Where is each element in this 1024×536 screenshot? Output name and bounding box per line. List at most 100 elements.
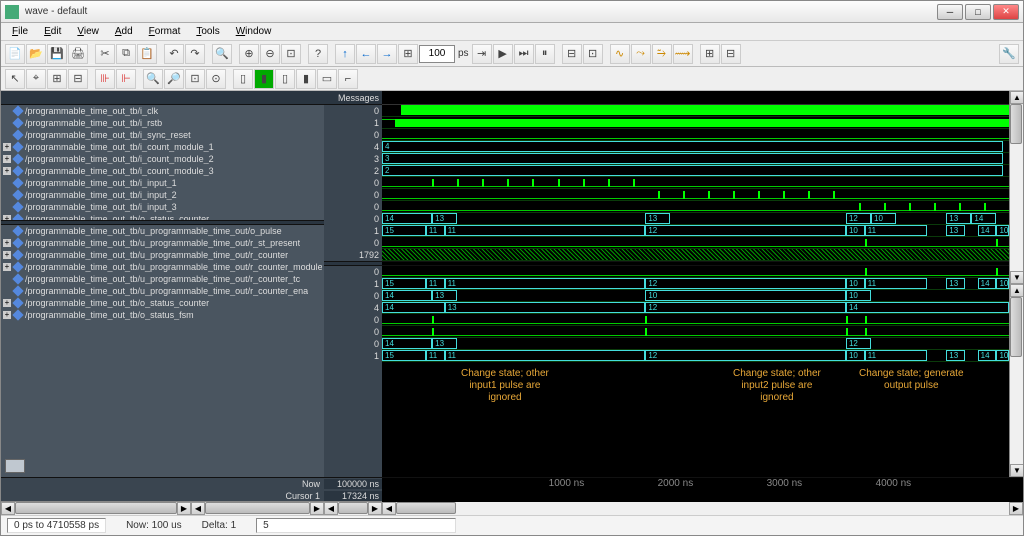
signal-row[interactable]: +/programmable_time_out_tb/u_programmabl… [1,237,324,249]
menu-view[interactable]: View [70,25,106,38]
signal-row[interactable]: /programmable_time_out_tb/i_input_3 [1,201,324,213]
vertical-scrollbar[interactable]: ▲ ▼ ▲ ▼ [1009,91,1023,477]
cursor-ruler[interactable] [382,490,1023,502]
cut-icon[interactable]: ✂ [95,44,115,64]
menu-format[interactable]: Format [142,25,188,38]
right-arrow-icon[interactable]: → [377,44,397,64]
hscroll-right1-icon[interactable]: ▶ [177,502,191,515]
format3-icon[interactable]: ▯ [275,69,295,89]
signal-row[interactable]: /programmable_time_out_tb/i_sync_reset [1,129,324,141]
waveform-row[interactable] [382,117,1009,129]
format1-icon[interactable]: ▯ [233,69,253,89]
expand-icon[interactable]: + [3,167,11,175]
redo-icon[interactable]: ↷ [185,44,205,64]
menu-file[interactable]: File [5,25,35,38]
scroll-up2-icon[interactable]: ▲ [1010,284,1023,297]
waveform-row[interactable]: 2 [382,165,1009,177]
wave3-icon[interactable]: ⥲ [652,44,672,64]
format4-icon[interactable]: ▮ [296,69,316,89]
menu-tools[interactable]: Tools [189,25,226,38]
hscroll-left3-icon[interactable]: ◀ [324,502,338,515]
expand-icon[interactable]: + [3,215,11,220]
signal-row[interactable]: +/programmable_time_out_tb/i_count_modul… [1,165,324,177]
save-icon[interactable]: 💾 [47,44,67,64]
waveform-row[interactable] [382,177,1009,189]
wave4-icon[interactable]: ⟿ [673,44,693,64]
expand-icon[interactable]: + [3,299,11,307]
signal-row[interactable]: +/programmable_time_out_tb/o_status_coun… [1,213,324,220]
waveform-row[interactable]: 14131312101314 [382,213,1009,225]
hscroll-left1-icon[interactable]: ◀ [1,502,15,515]
waveform-row[interactable]: 141312 [382,338,1009,350]
waveform-panel[interactable]: 43214131312101314151111121011131410 1511… [382,91,1009,477]
stop-icon[interactable]: ⊞ [398,44,418,64]
run-icon[interactable]: ▶ [493,44,513,64]
hscroll-left4-icon[interactable]: ◀ [382,502,396,515]
signal-row[interactable]: +/programmable_time_out_tb/o_status_fsm [1,309,324,321]
zoom-all-icon[interactable]: ⊡ [281,44,301,64]
menu-add[interactable]: Add [108,25,140,38]
scroll-down2-icon[interactable]: ▼ [1010,464,1023,477]
help-icon[interactable]: ? [308,44,328,64]
waveform-row[interactable] [382,266,1009,278]
waveform-row[interactable]: 3 [382,153,1009,165]
hscroll-left2-icon[interactable]: ◀ [191,502,205,515]
waveform-row[interactable]: 151111121011131410 [382,350,1009,362]
time-input[interactable] [419,45,455,63]
signal-row[interactable]: /programmable_time_out_tb/i_rstb [1,117,324,129]
hscroll-right4-icon[interactable]: ▶ [1009,502,1023,515]
paste-icon[interactable]: 📋 [137,44,157,64]
signal-row[interactable]: +/programmable_time_out_tb/i_count_modul… [1,141,324,153]
zoomout2-icon[interactable]: 🔎 [164,69,184,89]
minimize-button[interactable]: ─ [937,4,963,20]
open-icon[interactable]: 📂 [26,44,46,64]
signal-row[interactable]: +/programmable_time_out_tb/i_count_modul… [1,153,324,165]
layout2-icon[interactable]: ⊟ [721,44,741,64]
format6-icon[interactable]: ⌐ [338,69,358,89]
cursor-icon[interactable]: ⌖ [26,69,46,89]
expand-icon[interactable]: + [3,251,11,259]
step-icon[interactable]: ⇥ [472,44,492,64]
signal-row[interactable]: /programmable_time_out_tb/i_clk [1,105,324,117]
waveform-row[interactable] [382,237,1009,249]
zoomin2-icon[interactable]: 🔍 [143,69,163,89]
expand-icon[interactable]: + [3,263,11,271]
layout1-icon[interactable]: ⊞ [700,44,720,64]
expand-icon[interactable]: ⊞ [47,69,67,89]
zoom-icon[interactable]: ⊕ [239,44,259,64]
waveform-row[interactable]: 4 [382,141,1009,153]
format5-icon[interactable]: ▭ [317,69,337,89]
hscroll-right3-icon[interactable]: ▶ [368,502,382,515]
signal-row[interactable]: /programmable_time_out_tb/i_input_2 [1,189,324,201]
select-icon[interactable]: ↖ [5,69,25,89]
menu-window[interactable]: Window [229,25,279,38]
copy-icon[interactable]: ⧉ [116,44,136,64]
wave2-icon[interactable]: ⤳ [631,44,651,64]
signal-row[interactable]: +/programmable_time_out_tb/u_programmabl… [1,261,324,273]
scroll-up-icon[interactable]: ▲ [1010,91,1023,104]
time-ruler[interactable]: 1000 ns2000 ns3000 ns4000 ns [382,478,1023,490]
wave1-icon[interactable]: ∿ [610,44,630,64]
zoom-box[interactable] [5,459,25,473]
signal-row[interactable]: /programmable_time_out_tb/u_programmable… [1,273,324,285]
menu-edit[interactable]: Edit [37,25,68,38]
tool-end-icon[interactable]: 🔧 [999,44,1019,64]
expand-icon[interactable]: + [3,239,11,247]
waveform-row[interactable] [382,201,1009,213]
waveform-row[interactable] [382,129,1009,141]
expand-icon[interactable]: + [3,311,11,319]
signal-row[interactable]: +/programmable_time_out_tb/o_status_coun… [1,297,324,309]
waveform-row[interactable] [382,314,1009,326]
wave-hscroll[interactable] [396,502,1009,515]
waveform-row[interactable] [382,105,1009,117]
waveform-row[interactable]: 14131010 [382,290,1009,302]
waveform-row[interactable] [382,189,1009,201]
zoom-out-icon[interactable]: ⊖ [260,44,280,64]
undo-icon[interactable]: ↶ [164,44,184,64]
hscroll-right2-icon[interactable]: ▶ [310,502,324,515]
toggle2-icon[interactable]: ⊡ [583,44,603,64]
close-button[interactable]: ✕ [993,4,1019,20]
group1-icon[interactable]: ⊪ [95,69,115,89]
waveform-row[interactable]: 151111121011131410 [382,278,1009,290]
waveform-row[interactable]: 151111121011131410 [382,225,1009,237]
